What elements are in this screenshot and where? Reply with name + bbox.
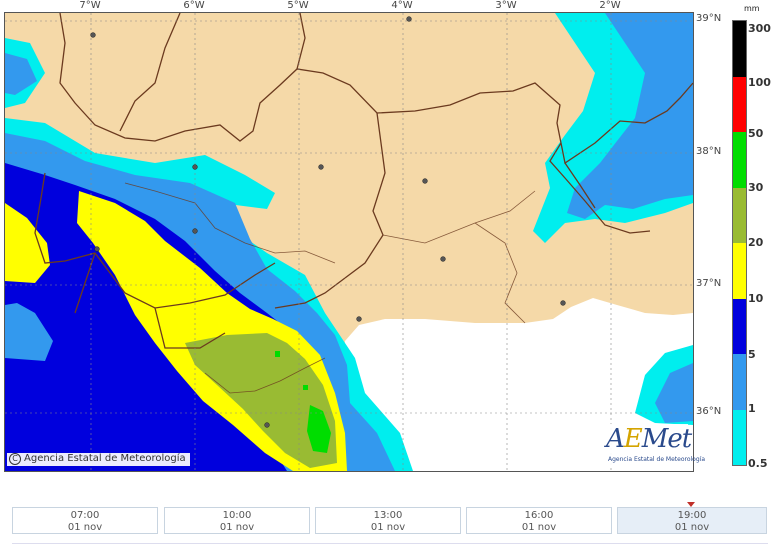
timeline-step-1300[interactable]: 13:00 01 nov [315,507,461,534]
city-marker [560,300,566,306]
timeline-step-time: 19:00 [677,510,707,521]
city-marker [264,422,270,428]
legend-label: 1 [748,402,756,415]
city-marker [440,256,446,262]
bottom-strip [12,543,768,548]
precipitation-map[interactable] [4,12,694,472]
longitude-label-6w: 6°W [183,0,205,11]
timeline-step-1900[interactable]: 19:00 01 nov [617,507,767,534]
timeline-step-date: 01 nov [219,522,255,533]
aemet-logo-subtitle: Agencia Estatal de Meteorología [608,456,705,463]
timeline-step-1000[interactable]: 10:00 01 nov [164,507,310,534]
legend-swatch [733,76,746,132]
latitude-label-36n: 36°N [696,406,722,417]
legend-swatch [733,132,746,188]
timeline-step-date: 01 nov [67,522,103,533]
timeline-step-time: 16:00 [524,510,554,521]
timeline-step-time: 13:00 [373,510,403,521]
timeline-step-date: 01 nov [674,522,710,533]
copyright-notice: C Agencia Estatal de Meteorología [7,453,190,466]
timeline-bar: 07:00 01 nov 10:00 01 nov 13:00 01 nov 1… [12,507,768,537]
legend-label: 300 [748,22,771,35]
precipitation-legend [732,20,747,466]
legend-label: 100 [748,76,771,89]
city-marker [422,178,428,184]
legend-label: 5 [748,348,756,361]
legend-swatch [733,409,746,465]
legend-label: 10 [748,292,764,305]
longitude-label-5w: 5°W [287,0,309,11]
legend-unit: mm [744,4,760,13]
map-canvas [5,13,693,471]
city-marker [192,164,198,170]
legend-label: 0.5 [748,457,768,470]
city-marker [94,246,100,252]
city-marker [356,316,362,322]
timeline-step-time: 07:00 [70,510,100,521]
city-marker [192,228,198,234]
timeline-step-time: 10:00 [222,510,252,521]
latitude-label-39n: 39°N [696,13,722,24]
legend-swatch [733,187,746,243]
legend-label: 30 [748,181,764,194]
aemet-logo: AEMet Agencia Estatal de Meteorología [604,424,705,466]
legend-swatch [733,354,746,410]
legend-label: 20 [748,236,764,249]
longitude-label-2w: 2°W [599,0,621,11]
city-marker [318,164,324,170]
timeline-step-date: 01 nov [370,522,406,533]
precip-area-30-dot-2 [303,385,308,390]
longitude-label-4w: 4°W [391,0,413,11]
legend-swatch [733,21,746,77]
copyright-icon: C [9,453,21,465]
city-marker [406,16,412,22]
legend-swatch [733,243,746,299]
latitude-label-38n: 38°N [696,146,722,157]
precip-area-30-dot [275,351,280,357]
longitude-label-7w: 7°W [79,0,101,11]
copyright-text: Agencia Estatal de Meteorología [24,453,186,464]
latitude-label-37n: 37°N [696,278,722,289]
longitude-label-3w: 3°W [495,0,517,11]
timeline-step-date: 01 nov [521,522,557,533]
aemet-logo-text: AEMet [606,424,692,454]
timeline-step-1600[interactable]: 16:00 01 nov [466,507,612,534]
legend-swatch [733,298,746,354]
timeline-step-0700[interactable]: 07:00 01 nov [12,507,158,534]
legend-label: 50 [748,127,764,140]
city-marker [90,32,96,38]
